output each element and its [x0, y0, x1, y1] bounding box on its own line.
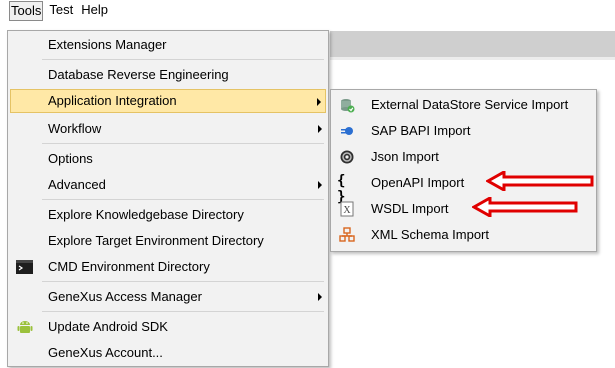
submenu-item-label: SAP BAPI Import [371, 123, 471, 138]
annotation-arrow-icon [472, 197, 578, 217]
annotation-arrow-icon [486, 171, 594, 191]
menu-item-extensions-manager[interactable]: Extensions Manager [10, 33, 326, 57]
tools-menu: Extensions Manager Database Reverse Engi… [7, 30, 329, 367]
submenu-arrow-icon [318, 125, 322, 133]
submenu-arrow-icon [318, 181, 322, 189]
background-divider [330, 57, 615, 60]
menu-separator [42, 281, 324, 282]
datastore-icon [339, 97, 355, 113]
menu-item-label: Database Reverse Engineering [48, 67, 229, 82]
menu-separator [42, 311, 324, 312]
submenu-item-sap-bapi-import[interactable]: SAP BAPI Import [333, 118, 593, 144]
menu-item-options[interactable]: Options [10, 147, 326, 171]
submenu-item-label: WSDL Import [371, 201, 449, 216]
menu-item-explore-target-environment-directory[interactable]: Explore Target Environment Directory [10, 229, 326, 253]
menu-item-database-reverse-engineering[interactable]: Database Reverse Engineering [10, 63, 326, 87]
menu-item-label: Update Android SDK [48, 319, 168, 334]
menu-item-label: Options [48, 151, 93, 166]
menu-tools[interactable]: Tools [9, 1, 44, 21]
menu-item-label: Application Integration [48, 93, 177, 108]
submenu-item-label: XML Schema Import [371, 227, 490, 242]
menu-item-label: CMD Environment Directory [48, 259, 210, 274]
menu-item-label: Explore Knowledgebase Directory [48, 207, 244, 222]
android-icon [16, 319, 34, 335]
menu-item-cmd-environment-directory[interactable]: CMD Environment Directory [10, 255, 326, 279]
submenu-item-external-datastore-service-import[interactable]: External DataStore Service Import [333, 92, 593, 118]
background-toolbar [330, 31, 615, 57]
menu-test[interactable]: Test [47, 1, 75, 21]
submenu-arrow-icon [317, 98, 321, 106]
submenu-item-label: Json Import [371, 149, 439, 164]
menu-separator [42, 199, 324, 200]
menu-separator [42, 59, 324, 60]
menu-item-label: Explore Target Environment Directory [48, 233, 264, 248]
submenu-item-label: OpenAPI Import [371, 175, 465, 190]
submenu-arrow-icon [318, 293, 322, 301]
menu-item-label: Advanced [48, 177, 106, 192]
menu-item-update-android-sdk[interactable]: Update Android SDK [10, 315, 326, 339]
xml-schema-icon [339, 227, 355, 243]
menu-item-label: Extensions Manager [48, 37, 167, 52]
terminal-icon [16, 259, 34, 275]
menu-item-label: GeneXus Account... [48, 345, 163, 360]
menu-help[interactable]: Help [79, 1, 110, 21]
menu-item-explore-knowledgebase-directory[interactable]: Explore Knowledgebase Directory [10, 203, 326, 227]
sap-icon [339, 123, 355, 139]
menu-separator [42, 143, 324, 144]
menu-item-genexus-access-manager[interactable]: GeneXus Access Manager [10, 285, 326, 309]
menu-item-advanced[interactable]: Advanced [10, 173, 326, 197]
menu-bar: Tools Test Help [0, 0, 615, 22]
wsdl-icon: X [339, 201, 355, 217]
menu-item-label: GeneXus Access Manager [48, 289, 202, 304]
json-icon [339, 149, 355, 165]
submenu-item-label: External DataStore Service Import [371, 97, 569, 112]
submenu-item-xml-schema-import[interactable]: XML Schema Import [333, 222, 593, 248]
menu-item-genexus-account[interactable]: GeneXus Account... [10, 341, 326, 365]
menu-item-label: Workflow [48, 121, 102, 136]
submenu-item-json-import[interactable]: Json Import [333, 144, 593, 170]
svg-text:X: X [343, 205, 351, 216]
menu-item-application-integration[interactable]: Application Integration [10, 89, 326, 113]
curly-braces-icon: { } [337, 173, 346, 205]
menu-item-workflow[interactable]: Workflow [10, 117, 326, 141]
